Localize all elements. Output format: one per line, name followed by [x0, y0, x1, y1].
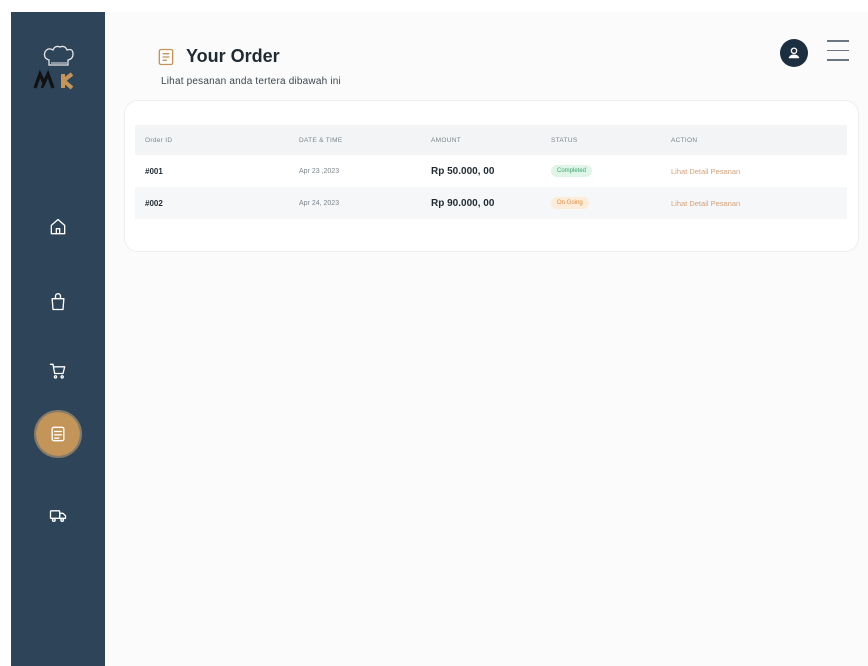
column-header-status: STATUS [551, 136, 578, 144]
order-id: #002 [145, 198, 163, 208]
main-content: Your Order Lihat pesanan anda tertera di… [105, 12, 868, 666]
order-list-icon [51, 426, 65, 442]
order-list-icon [158, 48, 174, 65]
column-header-amount: AMOUNT [431, 136, 461, 144]
user-icon [788, 47, 800, 59]
hamburger-menu-icon[interactable] [827, 40, 849, 64]
home-icon [50, 218, 66, 235]
table-row: #002 Apr 24, 2023 Rp 90.000, 00 On Going… [135, 187, 847, 219]
truck-icon [49, 510, 67, 522]
sidebar-item-orders[interactable] [34, 410, 82, 458]
column-header-action: ACTION [671, 136, 698, 144]
order-id: #001 [145, 166, 163, 176]
page-title-text: Your Order [186, 46, 280, 66]
column-header-order-id: Order ID [145, 136, 173, 144]
cart-icon [49, 363, 66, 379]
order-amount: Rp 50.000, 00 [431, 165, 495, 177]
table-header-row: Order ID DATE & TIME AMOUNT STATUS ACTIO… [135, 125, 847, 155]
orders-card: Order ID DATE & TIME AMOUNT STATUS ACTIO… [124, 100, 859, 252]
order-date: Apr 24, 2023 [299, 199, 340, 207]
view-order-detail-link[interactable]: Lihat Detail Pesanan [671, 199, 740, 208]
orders-table: Order ID DATE & TIME AMOUNT STATUS ACTIO… [135, 125, 847, 219]
sidebar-item-cart[interactable] [36, 349, 80, 393]
page-subtitle: Lihat pesanan anda tertera dibawah ini [161, 76, 341, 87]
status-badge: On Going [551, 197, 589, 209]
table-row: #001 Apr 23 ,2023 Rp 50.000, 00 Complete… [135, 155, 847, 187]
order-date: Apr 23 ,2023 [299, 167, 340, 175]
sidebar [11, 12, 105, 666]
status-badge: Completed [551, 165, 593, 177]
sidebar-item-home[interactable] [36, 205, 80, 249]
sidebar-item-bag[interactable] [36, 280, 80, 324]
order-amount: Rp 90.000, 00 [431, 197, 495, 209]
brand-logo[interactable] [29, 44, 87, 96]
user-avatar[interactable] [780, 39, 808, 67]
column-header-date: DATE & TIME [299, 136, 343, 144]
shopping-bag-icon [51, 293, 65, 311]
page-title: Your Order [156, 46, 280, 67]
view-order-detail-link[interactable]: Lihat Detail Pesanan [671, 167, 740, 176]
sidebar-item-delivery[interactable] [36, 493, 80, 537]
